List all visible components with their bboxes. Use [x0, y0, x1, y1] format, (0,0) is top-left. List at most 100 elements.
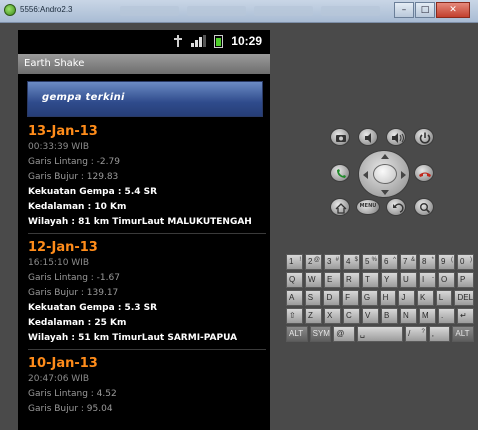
key[interactable]: N — [400, 308, 417, 324]
quake-region: Wilayah : 81 km TimurLaut MALUKUTENGAH — [28, 217, 252, 227]
emulator-app-icon — [4, 4, 16, 16]
key[interactable]: M — [419, 308, 436, 324]
key[interactable]: ↵ — [457, 308, 474, 324]
key[interactable]: ALT — [286, 326, 308, 342]
quake-latitude: Garis Lintang : -2.79 — [28, 157, 120, 167]
key[interactable]: 4 $ — [343, 254, 360, 270]
key[interactable]: Y — [381, 272, 398, 288]
key-label: E — [327, 275, 333, 284]
key[interactable]: 0) — [457, 254, 474, 270]
list-item[interactable]: 13-Jan-13 00:33:39 WIB Garis Lintang : -… — [28, 123, 266, 234]
list-item[interactable]: 12-Jan-13 16:15:10 WIB Garis Lintang : -… — [28, 239, 266, 350]
search-button[interactable] — [414, 198, 434, 216]
key-label: , — [431, 329, 435, 338]
key[interactable]: 5% — [362, 254, 379, 270]
key[interactable]: J — [398, 290, 416, 306]
key[interactable]: 3 # — [324, 254, 341, 270]
key[interactable]: K — [417, 290, 434, 306]
maximize-button[interactable]: □ — [415, 2, 435, 18]
key[interactable]: W — [305, 272, 322, 288]
key[interactable]: P — [457, 272, 474, 288]
dpad-center-button[interactable] — [373, 164, 397, 184]
key[interactable]: . — [438, 308, 455, 324]
key[interactable]: O — [438, 272, 455, 288]
key[interactable]: 7 & — [400, 254, 417, 270]
key[interactable]: ␣ — [356, 326, 404, 342]
key[interactable]: 8 * — [419, 254, 436, 270]
key-label: H — [382, 293, 389, 302]
volume-up-icon — [392, 133, 404, 143]
key[interactable]: B — [381, 308, 398, 324]
key[interactable]: SYM — [309, 326, 332, 342]
key-label: I — [422, 275, 425, 284]
camera-button[interactable] — [330, 128, 350, 146]
back-button[interactable] — [386, 198, 406, 216]
end-call-button[interactable] — [414, 164, 434, 182]
dpad-up-icon[interactable] — [381, 154, 389, 159]
quake-region: Wilayah : 51 km TimurLaut SARMI-PAPUA — [28, 333, 238, 343]
key[interactable]: H — [379, 290, 397, 306]
key[interactable]: V — [362, 308, 379, 324]
key-label: P — [460, 275, 466, 284]
key[interactable]: X — [324, 308, 341, 324]
power-button[interactable] — [414, 128, 434, 146]
minimize-button[interactable]: – — [394, 2, 414, 18]
key-label: 4 — [346, 257, 351, 266]
key[interactable]: D — [323, 290, 341, 306]
key[interactable]: R — [343, 272, 360, 288]
latest-quake-banner[interactable]: gempa terkini — [27, 81, 263, 117]
key-label: 9 — [441, 257, 446, 266]
home-button[interactable] — [330, 198, 350, 216]
quake-magnitude: Kekuatan Gempa : 5.3 SR — [28, 303, 158, 313]
quake-time: 20:47:06 WIB — [28, 374, 90, 384]
key[interactable]: 2 @ — [305, 254, 322, 270]
key-shift-label: % — [371, 257, 377, 263]
key-label: 3 — [327, 257, 332, 266]
key-label: 6 — [384, 257, 389, 266]
key[interactable]: C — [343, 308, 360, 324]
key-label: U — [403, 275, 409, 284]
key-label: J — [401, 293, 406, 302]
key[interactable]: Q — [286, 272, 303, 288]
key-label: DEL — [457, 293, 474, 302]
list-item[interactable]: 10-Jan-13 20:47:06 WIB Garis Lintang : 4… — [28, 355, 266, 417]
key[interactable]: I- — [419, 272, 436, 288]
key[interactable]: 1! — [286, 254, 303, 270]
dpad-right-icon[interactable] — [401, 171, 406, 179]
key-label: 5 — [365, 257, 370, 266]
key[interactable]: , — [428, 326, 451, 342]
menu-button[interactable]: MENU — [356, 199, 380, 215]
key[interactable]: 6 ^ — [381, 254, 398, 270]
key[interactable]: F — [342, 290, 359, 306]
key-shift-label: $ — [354, 257, 358, 263]
dpad[interactable] — [358, 150, 410, 198]
key[interactable]: @ — [333, 326, 355, 342]
quake-longitude: Garis Bujur : 139.17 — [28, 288, 119, 298]
dpad-left-icon[interactable] — [363, 171, 368, 179]
key[interactable]: G — [360, 290, 378, 306]
key[interactable]: E — [324, 272, 341, 288]
key[interactable]: L — [435, 290, 453, 306]
keyboard-row-2: QWE RTYU I-OP — [286, 272, 474, 288]
key[interactable]: DEL — [454, 290, 475, 306]
key[interactable]: Z — [305, 308, 322, 324]
quake-latitude: Garis Lintang : 4.52 — [28, 389, 117, 399]
home-icon — [335, 203, 347, 214]
quake-list: 13-Jan-13 00:33:39 WIB Garis Lintang : -… — [28, 123, 266, 422]
key[interactable]: A — [286, 290, 303, 306]
key[interactable]: T — [362, 272, 379, 288]
key[interactable]: U — [400, 272, 417, 288]
key[interactable]: ⇧ — [286, 308, 303, 324]
dpad-down-icon[interactable] — [381, 190, 389, 195]
volume-up-button[interactable] — [386, 128, 406, 146]
key[interactable]: ALT — [452, 326, 475, 342]
key[interactable]: S — [304, 290, 322, 306]
key[interactable]: /? — [405, 326, 427, 342]
key[interactable]: 9( — [438, 254, 455, 270]
key-label: . — [441, 311, 444, 320]
volume-down-button[interactable] — [358, 128, 378, 146]
close-button[interactable]: ✕ — [436, 2, 470, 18]
call-button[interactable] — [330, 164, 350, 182]
key-label: B — [384, 311, 390, 320]
quake-time: 16:15:10 WIB — [28, 258, 90, 268]
